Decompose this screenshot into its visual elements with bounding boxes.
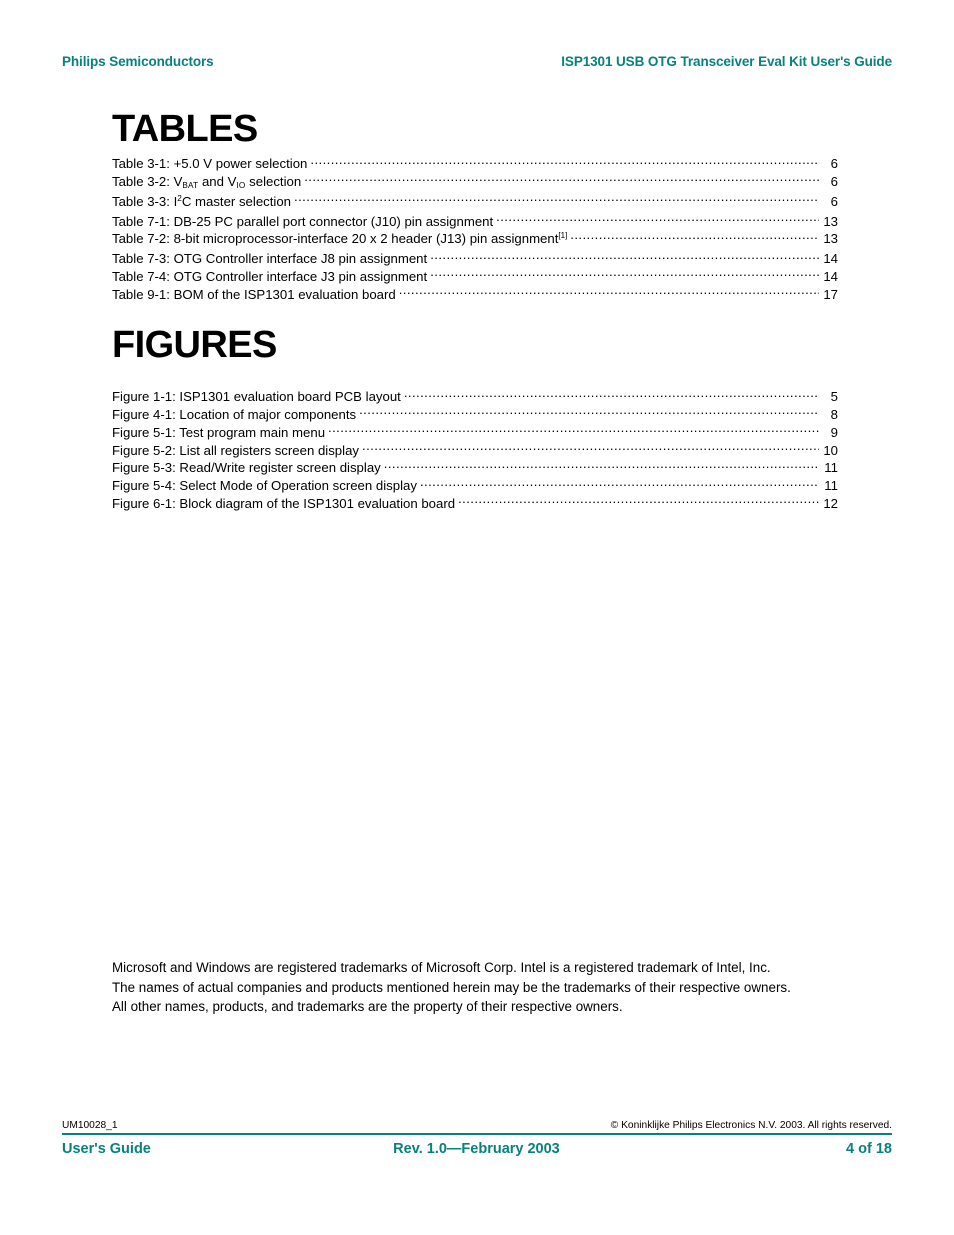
toc-entry-page: 13: [823, 213, 838, 229]
footer-document-id: UM10028_1: [62, 1120, 118, 1131]
toc-entry-table-7-3[interactable]: Table 7-3: OTG Controller interface J8 p…: [112, 250, 838, 268]
toc-entry-label: Figure 1-1: ISP1301 evaluation board PCB…: [112, 389, 401, 405]
toc-entry-page: 6: [830, 193, 838, 209]
document-page: Philips Semiconductors ISP1301 USB OTG T…: [0, 0, 954, 1235]
toc-leader-dots: [362, 441, 819, 454]
toc-leader-dots: [458, 495, 819, 508]
toc-leader-dots: [430, 250, 819, 263]
toc-entry-page: 8: [830, 406, 838, 422]
toc-entry-label: Table 7-3: OTG Controller interface J8 p…: [112, 251, 428, 267]
toc-leader-dots: [404, 388, 819, 401]
header-left-title: Philips Semiconductors: [62, 54, 214, 69]
figures-toc-list: Figure 1-1: ISP1301 evaluation board PCB…: [112, 388, 838, 512]
header-right-title: ISP1301 USB OTG Transceiver Eval Kit Use…: [561, 54, 892, 69]
toc-leader-dots: [304, 173, 819, 186]
toc-entry-figure-5-3[interactable]: Figure 5-3: Read/Write register screen d…: [112, 459, 838, 477]
tables-heading: TABLES: [112, 108, 258, 150]
toc-entry-table-3-2[interactable]: Table 3-2: VBAT and VIO selection 6: [112, 173, 838, 193]
toc-entry-table-3-3[interactable]: Table 3-3: I2C master selection 6: [112, 193, 838, 213]
toc-leader-dots: [384, 459, 819, 472]
toc-entry-table-9-1[interactable]: Table 9-1: BOM of the ISP1301 evaluation…: [112, 285, 838, 303]
toc-entry-figure-5-2[interactable]: Figure 5-2: List all registers screen di…: [112, 441, 838, 459]
toc-entry-page: 6: [830, 173, 838, 189]
footer-meta-row: UM10028_1 © Koninklijke Philips Electron…: [62, 1120, 892, 1133]
toc-entry-page: 17: [823, 286, 838, 302]
toc-entry-table-7-4[interactable]: Table 7-4: OTG Controller interface J3 p…: [112, 268, 838, 286]
subscript-bat: BAT: [182, 181, 199, 191]
toc-label-part: Table 3-3: I: [112, 193, 178, 209]
toc-entry-label: Table 7-4: OTG Controller interface J3 p…: [112, 268, 428, 284]
toc-entry-label: Figure 5-1: Test program main menu: [112, 424, 326, 440]
toc-entry-label: Table 3-1: +5.0 V power selection: [112, 156, 308, 172]
toc-leader-dots: [420, 477, 819, 490]
toc-label-part: and V: [198, 173, 237, 189]
toc-entry-page: 14: [823, 268, 838, 284]
toc-entry-page: 14: [823, 251, 838, 267]
footer-copyright: © Koninklijke Philips Electronics N.V. 2…: [610, 1120, 892, 1131]
toc-entry-label: Figure 4-1: Location of major components: [112, 406, 357, 422]
document-header: Philips Semiconductors ISP1301 USB OTG T…: [62, 54, 892, 69]
toc-entry-label: Figure 5-3: Read/Write register screen d…: [112, 460, 381, 476]
toc-entry-page: 12: [823, 495, 838, 511]
toc-entry-figure-1-1[interactable]: Figure 1-1: ISP1301 evaluation board PCB…: [112, 388, 838, 406]
footer-main-row: User's Guide Rev. 1.0—February 2003 4 of…: [62, 1141, 892, 1157]
toc-entry-figure-6-1[interactable]: Figure 6-1: Block diagram of the ISP1301…: [112, 495, 838, 513]
toc-leader-dots: [328, 424, 819, 437]
footer-revision: Rev. 1.0—February 2003: [393, 1140, 560, 1157]
toc-leader-dots: [430, 268, 819, 281]
toc-label-part: selection: [245, 173, 302, 189]
subscript-io: IO: [236, 181, 246, 191]
tables-toc-list: Table 3-1: +5.0 V power selection 6 Tabl…: [112, 155, 838, 303]
toc-entry-table-7-1[interactable]: Table 7-1: DB-25 PC parallel port connec…: [112, 212, 838, 230]
toc-leader-dots: [570, 230, 819, 243]
footnote-reference: [1]: [558, 231, 568, 241]
toc-entry-page: 9: [830, 424, 838, 440]
toc-entry-page: 10: [823, 442, 838, 458]
footer-divider: [62, 1133, 892, 1135]
toc-entry-label: Figure 6-1: Block diagram of the ISP1301…: [112, 495, 456, 511]
footer-guide-label: User's Guide: [62, 1140, 151, 1157]
trademark-notice: Microsoft and Windows are registered tra…: [112, 958, 872, 1017]
toc-leader-dots: [294, 193, 819, 206]
toc-entry-table-3-1[interactable]: Table 3-1: +5.0 V power selection 6: [112, 155, 838, 173]
footer-page-number: 4 of 18: [846, 1140, 892, 1157]
toc-entry-page: 5: [830, 389, 838, 405]
toc-entry-label: Table 7-1: DB-25 PC parallel port connec…: [112, 213, 494, 229]
toc-entry-label: Figure 5-4: Select Mode of Operation scr…: [112, 478, 417, 494]
toc-entry-page: 11: [824, 478, 838, 494]
toc-entry-page: 13: [823, 231, 838, 247]
toc-leader-dots: [399, 285, 819, 298]
toc-entry-label: Table 7-2: 8-bit microprocessor-interfac…: [112, 231, 569, 250]
toc-entry-label: Table 3-2: VBAT and VIO selection: [112, 174, 303, 193]
figures-heading: FIGURES: [112, 324, 277, 366]
toc-entry-label: Table 3-3: I2C master selection: [112, 194, 293, 213]
toc-label-part: Table 7-2: 8-bit microprocessor-interfac…: [112, 231, 559, 247]
toc-entry-figure-5-1[interactable]: Figure 5-1: Test program main menu 9: [112, 424, 838, 442]
toc-entry-page: 11: [824, 460, 838, 476]
toc-entry-label: Table 9-1: BOM of the ISP1301 evaluation…: [112, 286, 396, 302]
toc-leader-dots: [359, 406, 819, 419]
trademark-line-3: All other names, products, and trademark…: [112, 999, 623, 1014]
trademark-line-1: Microsoft and Windows are registered tra…: [112, 960, 771, 975]
toc-leader-dots: [496, 212, 819, 225]
toc-entry-figure-4-1[interactable]: Figure 4-1: Location of major components…: [112, 406, 838, 424]
trademark-line-2: The names of actual companies and produc…: [112, 979, 791, 995]
toc-label-part: Table 3-2: V: [112, 173, 183, 189]
toc-entry-figure-5-4[interactable]: Figure 5-4: Select Mode of Operation scr…: [112, 477, 838, 495]
superscript-squared: 2: [177, 193, 182, 203]
toc-entry-page: 6: [830, 156, 838, 172]
document-footer: UM10028_1 © Koninklijke Philips Electron…: [62, 1120, 892, 1157]
toc-entry-table-7-2[interactable]: Table 7-2: 8-bit microprocessor-interfac…: [112, 230, 838, 250]
toc-leader-dots: [310, 155, 819, 168]
toc-label-part: C master selection: [181, 193, 292, 209]
toc-entry-label: Figure 5-2: List all registers screen di…: [112, 442, 360, 458]
